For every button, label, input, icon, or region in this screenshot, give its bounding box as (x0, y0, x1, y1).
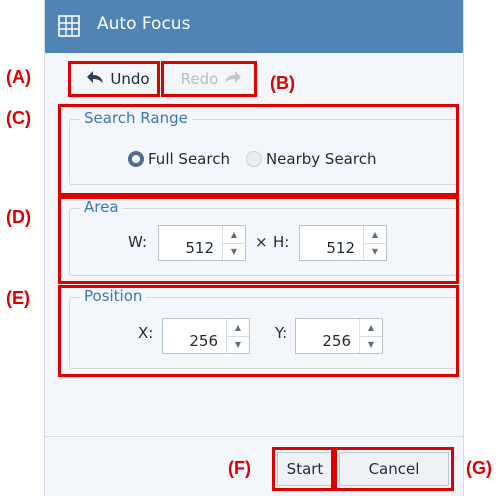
times-sign: × (255, 233, 268, 251)
start-button[interactable]: Start (277, 452, 333, 486)
window-title: Auto Focus (97, 14, 191, 34)
nearby-search-label: Nearby Search (265, 150, 377, 168)
x-decrement-button[interactable]: ▼ (227, 335, 249, 354)
y-label: Y: (275, 324, 288, 342)
full-search-label: Full Search (148, 150, 230, 168)
width-label: W: (128, 233, 148, 251)
height-value: 512 (326, 239, 355, 257)
height-decrement-button[interactable]: ▼ (364, 242, 386, 261)
undo-arrow-icon (86, 70, 104, 88)
width-spinner[interactable]: 512 ▲ ▼ (158, 225, 246, 261)
height-spinner[interactable]: 512 ▲ ▼ (299, 225, 387, 261)
redo-button[interactable]: Redo (170, 64, 253, 94)
x-value: 256 (189, 332, 218, 350)
height-increment-button[interactable]: ▲ (364, 226, 386, 243)
title-bar: Auto Focus (45, 0, 463, 53)
y-decrement-button[interactable]: ▼ (360, 335, 382, 354)
x-label: X: (138, 324, 154, 342)
cancel-button[interactable]: Cancel (339, 452, 449, 486)
annotation-label-f: (F) (228, 458, 251, 478)
area-group: Area W: 512 ▲ ▼ × H: 512 ▲ ▼ (69, 198, 457, 276)
width-increment-button[interactable]: ▲ (223, 226, 245, 243)
search-range-group: Search Range Full Search Nearby Search (69, 109, 457, 185)
y-value: 256 (322, 332, 351, 350)
grid-icon (57, 14, 81, 42)
annotation-label-c: (C) (6, 108, 31, 128)
annotation-label-d: (D) (6, 207, 31, 227)
auto-focus-dialog: Auto Focus Undo Redo Search Range Full S… (44, 0, 464, 496)
width-decrement-button[interactable]: ▼ (223, 242, 245, 261)
nearby-search-radio[interactable]: Nearby Search (245, 150, 377, 168)
area-legend: Area (80, 198, 123, 216)
redo-arrow-icon (224, 70, 242, 88)
annotation-label-b: (B) (270, 73, 295, 93)
search-range-legend: Search Range (80, 109, 192, 127)
full-search-radio[interactable]: Full Search (128, 150, 230, 168)
undo-button[interactable]: Undo (75, 64, 161, 94)
annotation-label-e: (E) (6, 288, 30, 308)
redo-label: Redo (180, 70, 219, 88)
y-increment-button[interactable]: ▲ (360, 319, 382, 336)
radio-unselected-icon (245, 151, 262, 167)
undo-label: Undo (110, 70, 150, 88)
position-group: Position X: 256 ▲ ▼ Y: 256 ▲ ▼ (69, 287, 457, 369)
height-label: H: (273, 233, 290, 251)
annotation-label-g: (G) (466, 458, 492, 478)
position-legend: Position (80, 287, 147, 305)
x-increment-button[interactable]: ▲ (227, 319, 249, 336)
radio-selected-icon (128, 151, 144, 167)
footer-divider (45, 436, 463, 437)
annotation-label-a: (A) (6, 67, 31, 87)
y-spinner[interactable]: 256 ▲ ▼ (295, 318, 383, 354)
x-spinner[interactable]: 256 ▲ ▼ (162, 318, 250, 354)
width-value: 512 (185, 239, 214, 257)
